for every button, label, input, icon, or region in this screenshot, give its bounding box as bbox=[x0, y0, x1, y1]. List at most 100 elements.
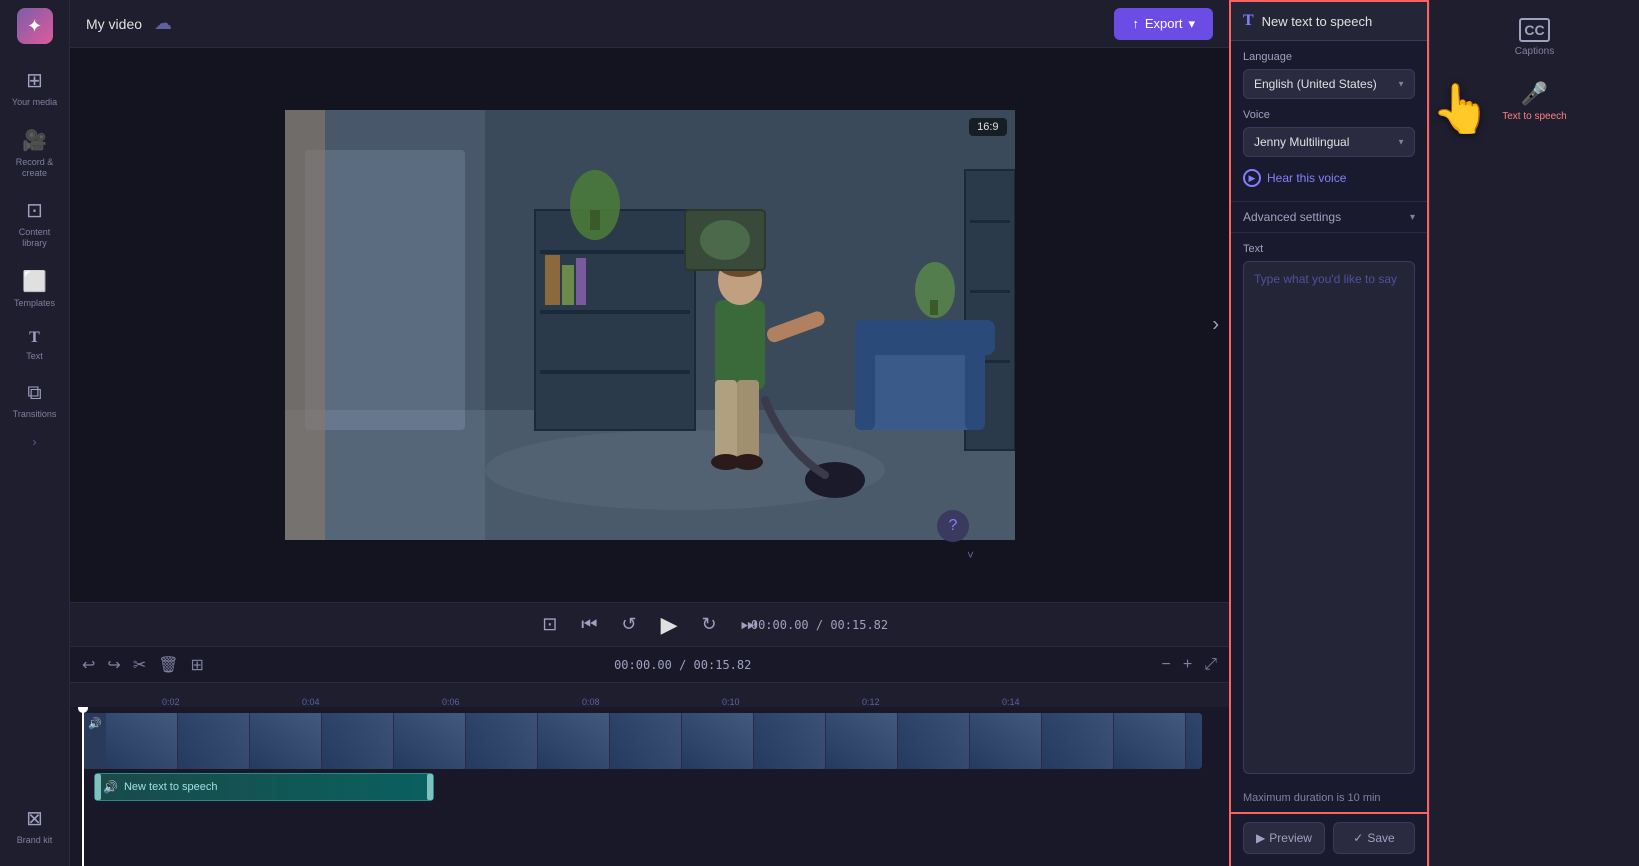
help-button[interactable]: ? bbox=[937, 510, 969, 542]
audio-track-label: New text to speech bbox=[124, 781, 218, 793]
sidebar-item-text[interactable]: T Text bbox=[5, 321, 65, 370]
track-thumb-16 bbox=[1186, 713, 1202, 769]
skip-back-button[interactable]: ⏮ bbox=[581, 614, 597, 635]
advanced-settings-row[interactable]: Advanced settings ▾ bbox=[1231, 201, 1427, 233]
ruler-mark-02: 0:02 bbox=[162, 697, 180, 707]
right-panel: CC Captions 🎤 Text to speech 👆 bbox=[1429, 0, 1639, 866]
cut-button[interactable]: ✂ bbox=[133, 655, 146, 675]
timeline-toolbar: ↩ ↪ ✂ 🗑 ⊞ 00:00.00 / 00:15.82 − + ⤢ bbox=[70, 647, 1229, 683]
language-select-value: English (United States) bbox=[1254, 77, 1377, 91]
sidebar-item-transitions[interactable]: ⧉ Transitions bbox=[5, 374, 65, 428]
hear-voice-play-icon: ▶ bbox=[1243, 169, 1261, 187]
track-thumb-12 bbox=[898, 713, 970, 769]
sidebar-item-brand-kit[interactable]: ⊠ Brand kit bbox=[5, 798, 65, 854]
preview-label: Preview bbox=[1269, 831, 1312, 845]
ruler-mark-10: 0:10 bbox=[722, 697, 740, 707]
expand-timeline-button[interactable]: ⤢ bbox=[1204, 656, 1217, 674]
hear-voice-label: Hear this voice bbox=[1267, 171, 1346, 185]
max-duration-text: Maximum duration is 10 min bbox=[1231, 784, 1427, 812]
tts-icon: T bbox=[1243, 12, 1254, 30]
templates-icon: ⬜ bbox=[22, 269, 47, 294]
audio-track-wrapper: 🔊 New text to speech bbox=[82, 773, 1229, 801]
audio-track-handle-left[interactable] bbox=[95, 774, 101, 800]
sidebar-item-record-create[interactable]: 🎥 Record & create bbox=[5, 120, 65, 187]
preview-icon: ▶ bbox=[1256, 831, 1265, 845]
delete-button[interactable]: 🗑 bbox=[158, 655, 178, 675]
camera-icon-button[interactable]: ⊡ bbox=[542, 614, 557, 635]
zoom-in-button[interactable]: + bbox=[1183, 656, 1192, 674]
video-preview: 16:9 bbox=[285, 110, 1015, 540]
timeline-time-display: 00:00.00 / 00:15.82 bbox=[216, 658, 1150, 672]
help-button-container: ? bbox=[937, 510, 969, 542]
advanced-settings-chevron-icon: ▾ bbox=[1410, 212, 1415, 223]
voice-select-wrapper: Jenny Multilingual bbox=[1243, 127, 1415, 157]
captions-panel-item[interactable]: CC Captions bbox=[1495, 8, 1575, 67]
save-version-button[interactable]: ⊞ bbox=[191, 655, 204, 675]
sidebar: ✦ ⊞ Your media 🎥 Record & create ⊡ Conte… bbox=[0, 0, 70, 866]
app-logo: ✦ bbox=[17, 8, 53, 44]
advanced-settings-label: Advanced settings bbox=[1243, 210, 1341, 224]
voice-select[interactable]: Jenny Multilingual bbox=[1243, 127, 1415, 157]
brand-kit-icon: ⊠ bbox=[26, 806, 43, 831]
save-label: Save bbox=[1367, 831, 1394, 845]
sidebar-item-label: Templates bbox=[14, 298, 55, 309]
track-thumb-7 bbox=[538, 713, 610, 769]
track-thumb-10 bbox=[754, 713, 826, 769]
aspect-ratio-badge: 16:9 bbox=[969, 118, 1006, 136]
sidebar-item-your-media[interactable]: ⊞ Your media bbox=[5, 60, 65, 116]
text-label: Text bbox=[1243, 243, 1415, 255]
track-thumb-11 bbox=[826, 713, 898, 769]
track-thumb-13 bbox=[970, 713, 1042, 769]
save-button[interactable]: ✓ Save bbox=[1333, 822, 1415, 854]
save-checkmark-icon: ✓ bbox=[1353, 831, 1363, 845]
topbar: My video ☁ ↑ Export ▾ bbox=[70, 0, 1229, 48]
audio-track-handle-right[interactable] bbox=[427, 774, 433, 800]
text-icon: T bbox=[29, 329, 40, 347]
expand-sidebar-button[interactable]: › bbox=[29, 431, 41, 453]
voice-label: Voice bbox=[1243, 109, 1415, 121]
sidebar-item-label: Text bbox=[26, 351, 43, 362]
track-thumb-4 bbox=[322, 713, 394, 769]
fast-forward-button[interactable]: ↻ bbox=[702, 614, 717, 635]
ruler-mark-06: 0:06 bbox=[442, 697, 460, 707]
language-label: Language bbox=[1243, 51, 1415, 63]
ruler-mark-08: 0:08 bbox=[582, 697, 600, 707]
playback-time: 00:00.00 / 00:15.82 bbox=[614, 658, 751, 672]
export-icon: ↑ bbox=[1132, 16, 1139, 31]
video-nav-right-button[interactable]: › bbox=[1212, 314, 1219, 337]
record-create-icon: 🎥 bbox=[22, 128, 47, 153]
export-button[interactable]: ↑ Export ▾ bbox=[1114, 8, 1213, 40]
export-label: Export bbox=[1145, 16, 1183, 31]
collapse-panel-button[interactable]: ˅ bbox=[967, 548, 974, 562]
tts-text-section: Text bbox=[1231, 233, 1427, 784]
language-section: Language English (United States) bbox=[1231, 41, 1427, 109]
video-scene-svg bbox=[285, 110, 1015, 540]
track-thumb-15 bbox=[1114, 713, 1186, 769]
content-library-icon: ⊡ bbox=[26, 198, 43, 223]
hear-voice-button[interactable]: ▶ Hear this voice bbox=[1243, 165, 1346, 191]
timeline-playhead bbox=[82, 707, 84, 866]
sidebar-item-content-library[interactable]: ⊡ Content library bbox=[5, 190, 65, 257]
redo-button[interactable]: ↪ bbox=[107, 655, 120, 675]
audio-track[interactable]: 🔊 New text to speech bbox=[94, 773, 434, 801]
voice-section: Voice Jenny Multilingual ▶ Hear this voi… bbox=[1231, 109, 1427, 201]
tts-header-title: New text to speech bbox=[1262, 14, 1373, 29]
undo-button[interactable]: ↩ bbox=[82, 655, 95, 675]
rewind-button[interactable]: ↺ bbox=[621, 614, 636, 635]
play-button[interactable]: ▶ bbox=[661, 612, 678, 638]
your-media-icon: ⊞ bbox=[26, 68, 43, 93]
sidebar-item-label: Your media bbox=[12, 97, 57, 108]
sidebar-item-templates[interactable]: ⬜ Templates bbox=[5, 261, 65, 317]
sidebar-item-label: Transitions bbox=[13, 409, 57, 420]
text-to-speech-panel-item[interactable]: 🎤 Text to speech bbox=[1495, 71, 1575, 132]
track-thumb-9 bbox=[682, 713, 754, 769]
preview-button[interactable]: ▶ Preview bbox=[1243, 822, 1325, 854]
language-select[interactable]: English (United States) bbox=[1243, 69, 1415, 99]
tts-text-input[interactable] bbox=[1243, 261, 1415, 774]
track-thumb-3 bbox=[250, 713, 322, 769]
zoom-out-button[interactable]: − bbox=[1162, 656, 1171, 674]
cursor-hand: 👆 bbox=[1431, 80, 1491, 137]
video-track[interactable]: 🔊 bbox=[82, 713, 1202, 769]
track-thumb-14 bbox=[1042, 713, 1114, 769]
ruler-mark-04: 0:04 bbox=[302, 697, 320, 707]
